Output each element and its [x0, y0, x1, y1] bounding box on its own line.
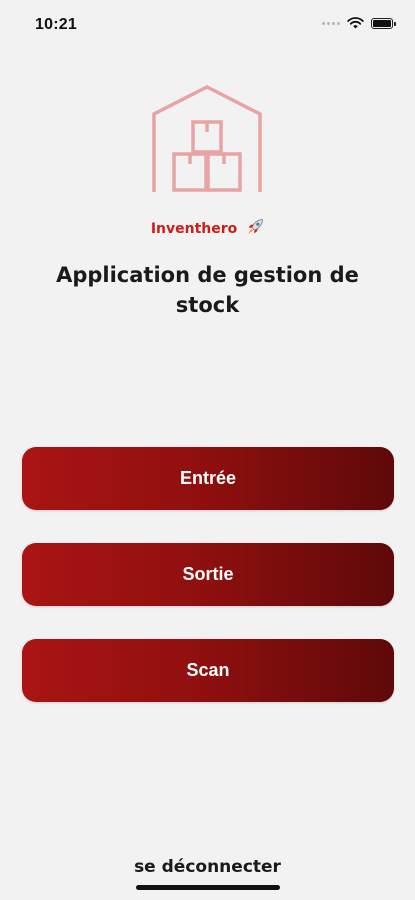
battery-icon — [371, 17, 396, 29]
brand-name: Inventhero — [150, 221, 238, 237]
logout-link[interactable]: se déconnecter — [0, 857, 415, 877]
warehouse-boxes-icon — [152, 85, 262, 192]
status-time: 10:21 — [35, 16, 77, 33]
wifi-icon — [347, 17, 364, 29]
rocket-icon — [248, 219, 264, 234]
page-title: Application de gestion de stock — [56, 263, 359, 317]
status-icons — [322, 17, 396, 29]
entree-button[interactable]: Entrée — [22, 447, 394, 510]
scan-button[interactable]: Scan — [22, 639, 394, 702]
sortie-button[interactable]: Sortie — [22, 543, 394, 606]
cellular-signal-icon — [322, 21, 340, 25]
status-bar: 10:21 — [0, 0, 415, 52]
home-indicator — [136, 885, 280, 890]
brand-row: Inventhero — [0, 218, 415, 237]
